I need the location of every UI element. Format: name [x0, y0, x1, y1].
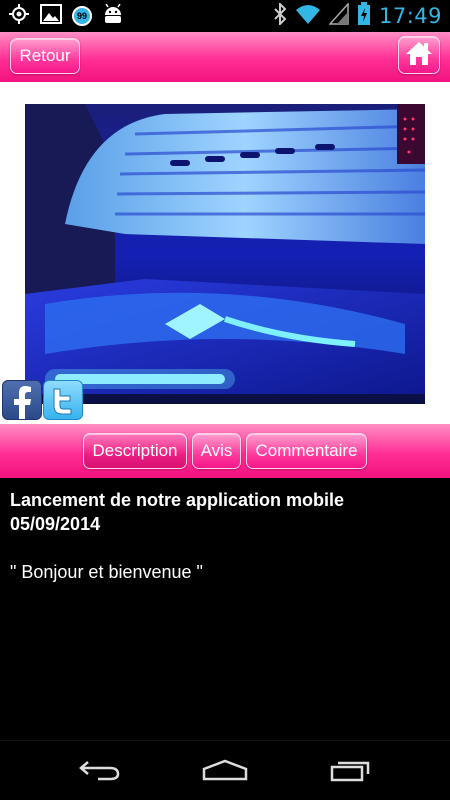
home-icon [405, 40, 433, 71]
facebook-share-button[interactable] [2, 380, 42, 420]
signal-icon [328, 1, 349, 30]
description-body: " Bonjour et bienvenue " [10, 562, 203, 582]
nav-home-icon [201, 758, 249, 787]
nav-back-button[interactable] [75, 755, 125, 789]
facebook-icon [3, 386, 41, 423]
status-indicators: 17:49 [273, 1, 442, 31]
wifi-icon [295, 3, 321, 30]
description-content: Lancement de notre application mobile 05… [10, 488, 440, 584]
nav-recent-apps-button[interactable] [326, 755, 376, 789]
image-icon [40, 3, 62, 29]
back-button-label: Retour [19, 46, 71, 65]
battery-icon [357, 1, 371, 31]
nav-home-button[interactable] [200, 755, 250, 789]
tab-bar: Description Avis Commentaire [0, 424, 450, 478]
product-photo[interactable] [25, 104, 425, 404]
twitter-share-button[interactable] [43, 380, 83, 420]
nav-recent-apps-icon [328, 758, 374, 787]
bluetooth-icon [273, 1, 287, 30]
description-title: Lancement de notre application mobile [10, 490, 345, 510]
status-time: 17:49 [378, 4, 442, 28]
tab-description[interactable]: Description [83, 433, 187, 469]
tab-commentaire[interactable]: Commentaire [246, 433, 367, 469]
app-screen: 99 17:49 Retour Description Avis Comment… [0, 0, 450, 800]
tab-avis[interactable]: Avis [192, 433, 241, 469]
tab-label: Avis [200, 441, 233, 460]
twitter-icon [44, 388, 82, 423]
tab-label: Commentaire [255, 441, 358, 460]
navigation-bar [0, 740, 450, 800]
gps-icon [8, 3, 30, 30]
status-notifications: 99 [8, 3, 124, 30]
android-icon [102, 3, 124, 29]
back-button[interactable]: Retour [10, 38, 80, 74]
status-bar: 99 17:49 [0, 0, 450, 32]
description-date: 05/09/2014 [10, 514, 101, 534]
nav-back-icon [78, 757, 122, 788]
home-button[interactable] [398, 36, 440, 74]
notification-badge: 99 [72, 6, 92, 26]
top-toolbar: Retour [0, 32, 450, 82]
tab-label: Description [92, 441, 178, 460]
content-image-area [0, 82, 450, 424]
